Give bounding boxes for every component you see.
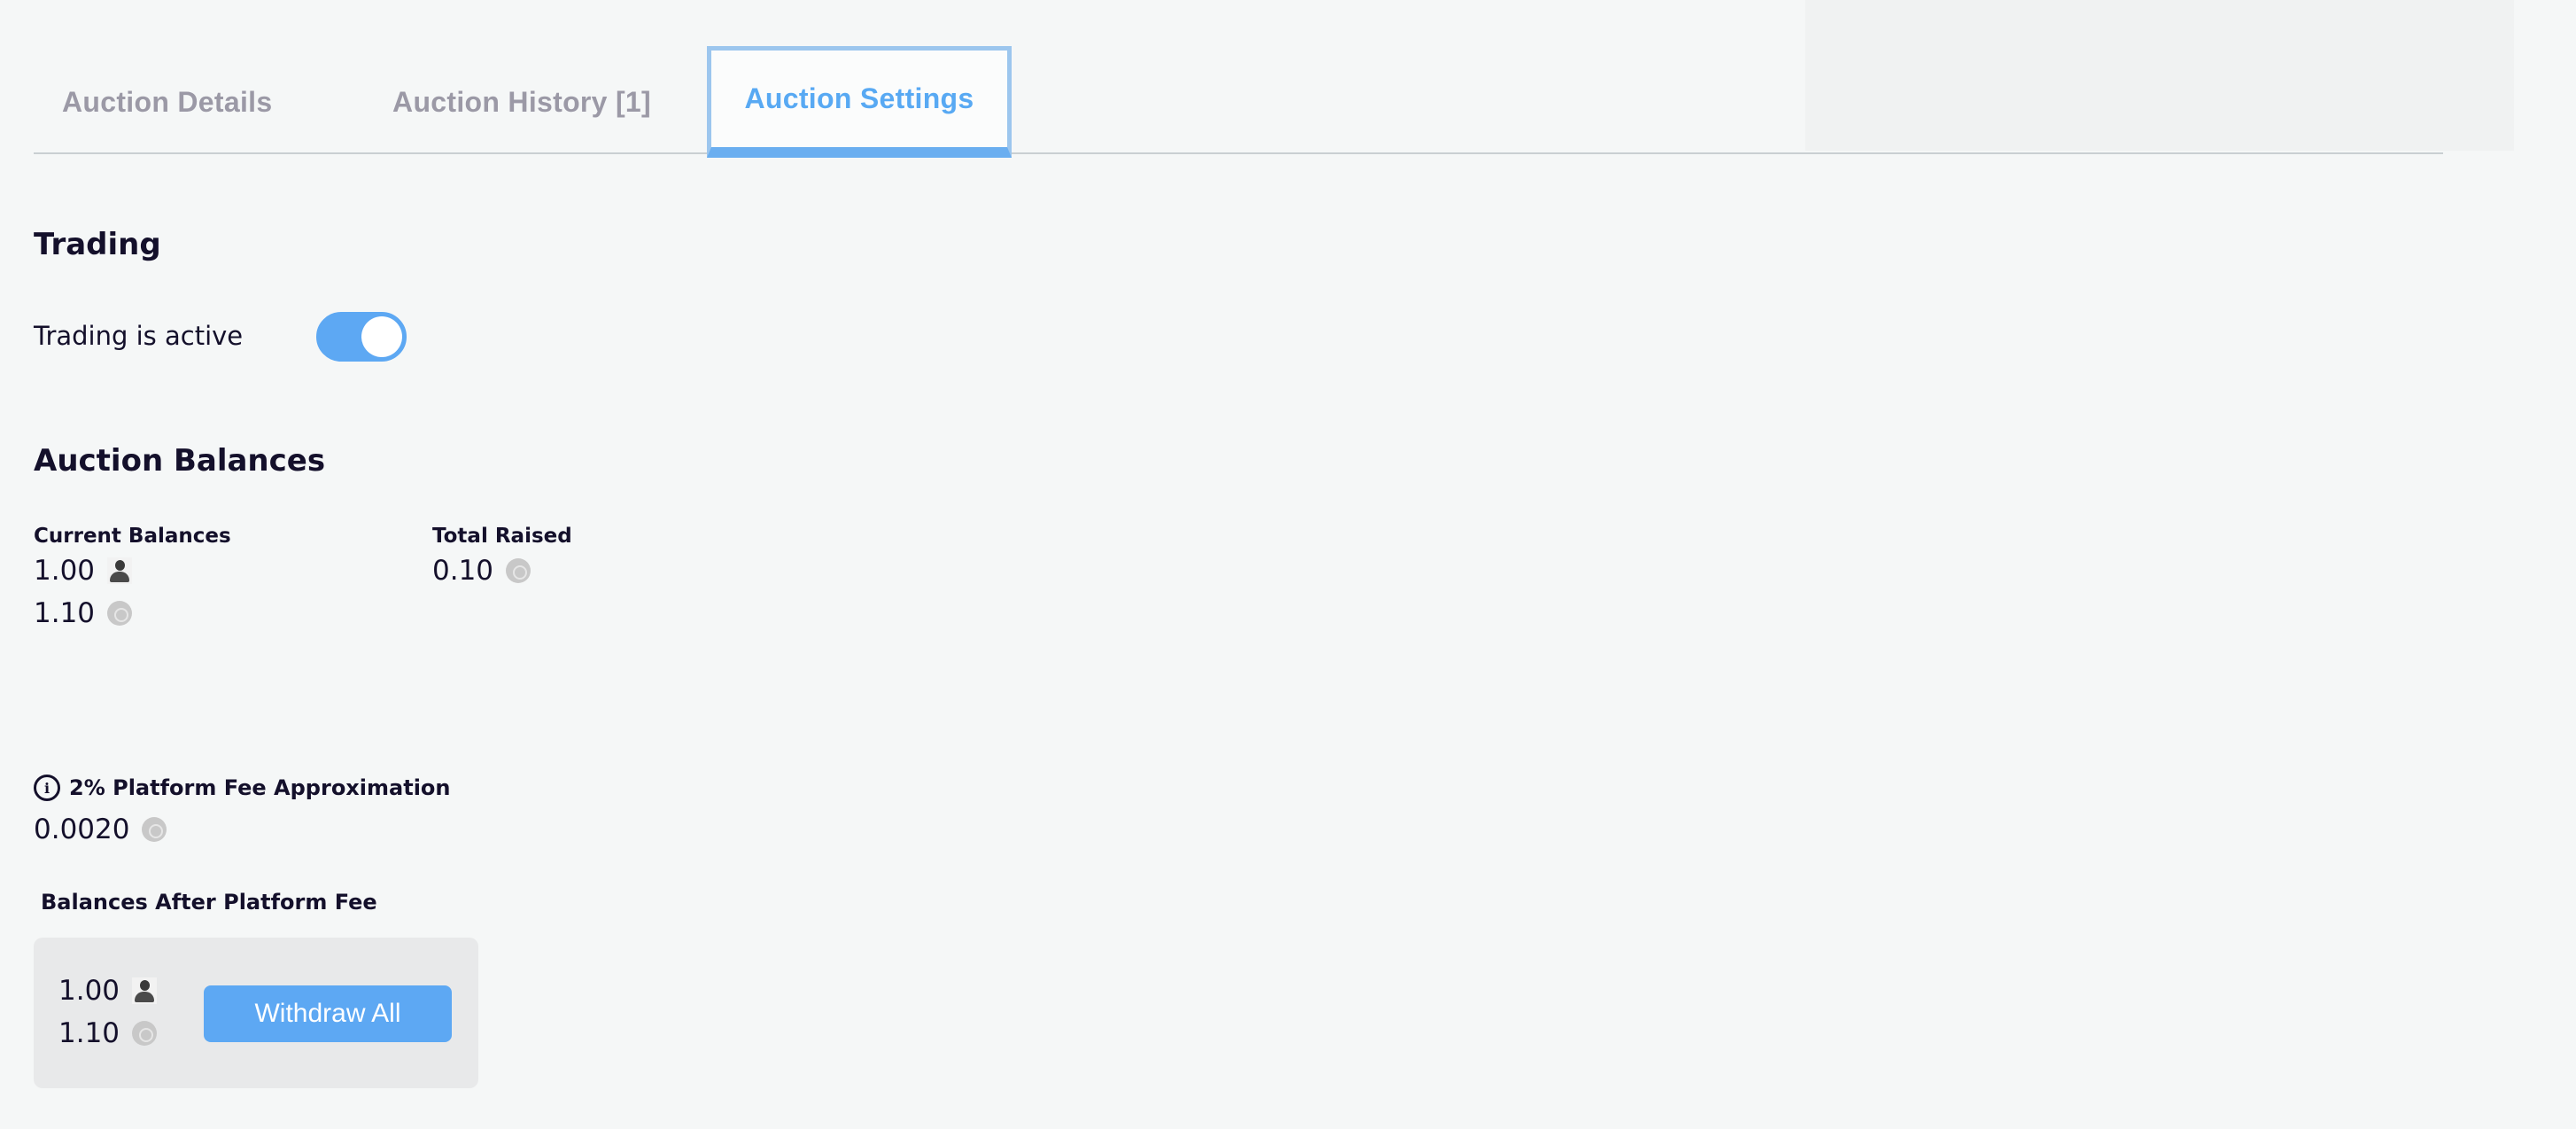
current-balance-coin: 1.10 [34, 597, 133, 629]
current-balance-token-value: 1.00 [34, 555, 96, 587]
auction-balances-heading: Auction Balances [34, 443, 326, 479]
info-icon: i [34, 775, 60, 801]
platform-fee-value: 0.0020 [34, 814, 130, 845]
platform-fee-title: i 2% Platform Fee Approximation [34, 775, 451, 801]
trading-toggle[interactable] [316, 312, 407, 362]
current-balance-token: 1.00 [34, 555, 133, 587]
current-balance-coin-value: 1.10 [34, 597, 96, 629]
total-raised: 0.10 [432, 555, 531, 587]
avatar-token-icon [107, 557, 133, 584]
toggle-knob [361, 316, 402, 357]
coin-icon [506, 558, 531, 583]
trading-active-label: Trading is active [34, 321, 244, 351]
balances-after-fee-title: Balances After Platform Fee [41, 890, 377, 915]
platform-fee: 0.0020 [34, 814, 167, 845]
total-raised-label: Total Raised [432, 525, 572, 548]
tab-auction-details[interactable]: Auction Details [34, 46, 317, 158]
coin-icon [107, 601, 133, 626]
tab-auction-settings[interactable]: Auction Settings [707, 46, 1012, 158]
tab-bar: Auction Details Auction History [1] Auct… [34, 0, 2443, 158]
coin-icon [132, 1021, 158, 1046]
platform-fee-title-text: 2% Platform Fee Approximation [69, 775, 451, 800]
withdraw-all-button[interactable]: Withdraw All [204, 985, 452, 1042]
total-raised-value: 0.10 [432, 555, 494, 587]
current-balances-label: Current Balances [34, 525, 231, 548]
after-fee-balance-token-value: 1.00 [58, 975, 120, 1007]
trading-heading: Trading [34, 227, 161, 262]
after-fee-balance-coin-value: 1.10 [58, 1017, 120, 1049]
page: Auction Details Auction History [1] Auct… [0, 0, 2576, 1129]
after-fee-balance-token: 1.00 [58, 975, 158, 1007]
avatar-token-icon [132, 977, 158, 1004]
after-fee-balance-coin: 1.10 [58, 1017, 158, 1049]
tab-auction-history[interactable]: Auction History [1] [349, 46, 694, 158]
coin-icon [142, 817, 167, 842]
